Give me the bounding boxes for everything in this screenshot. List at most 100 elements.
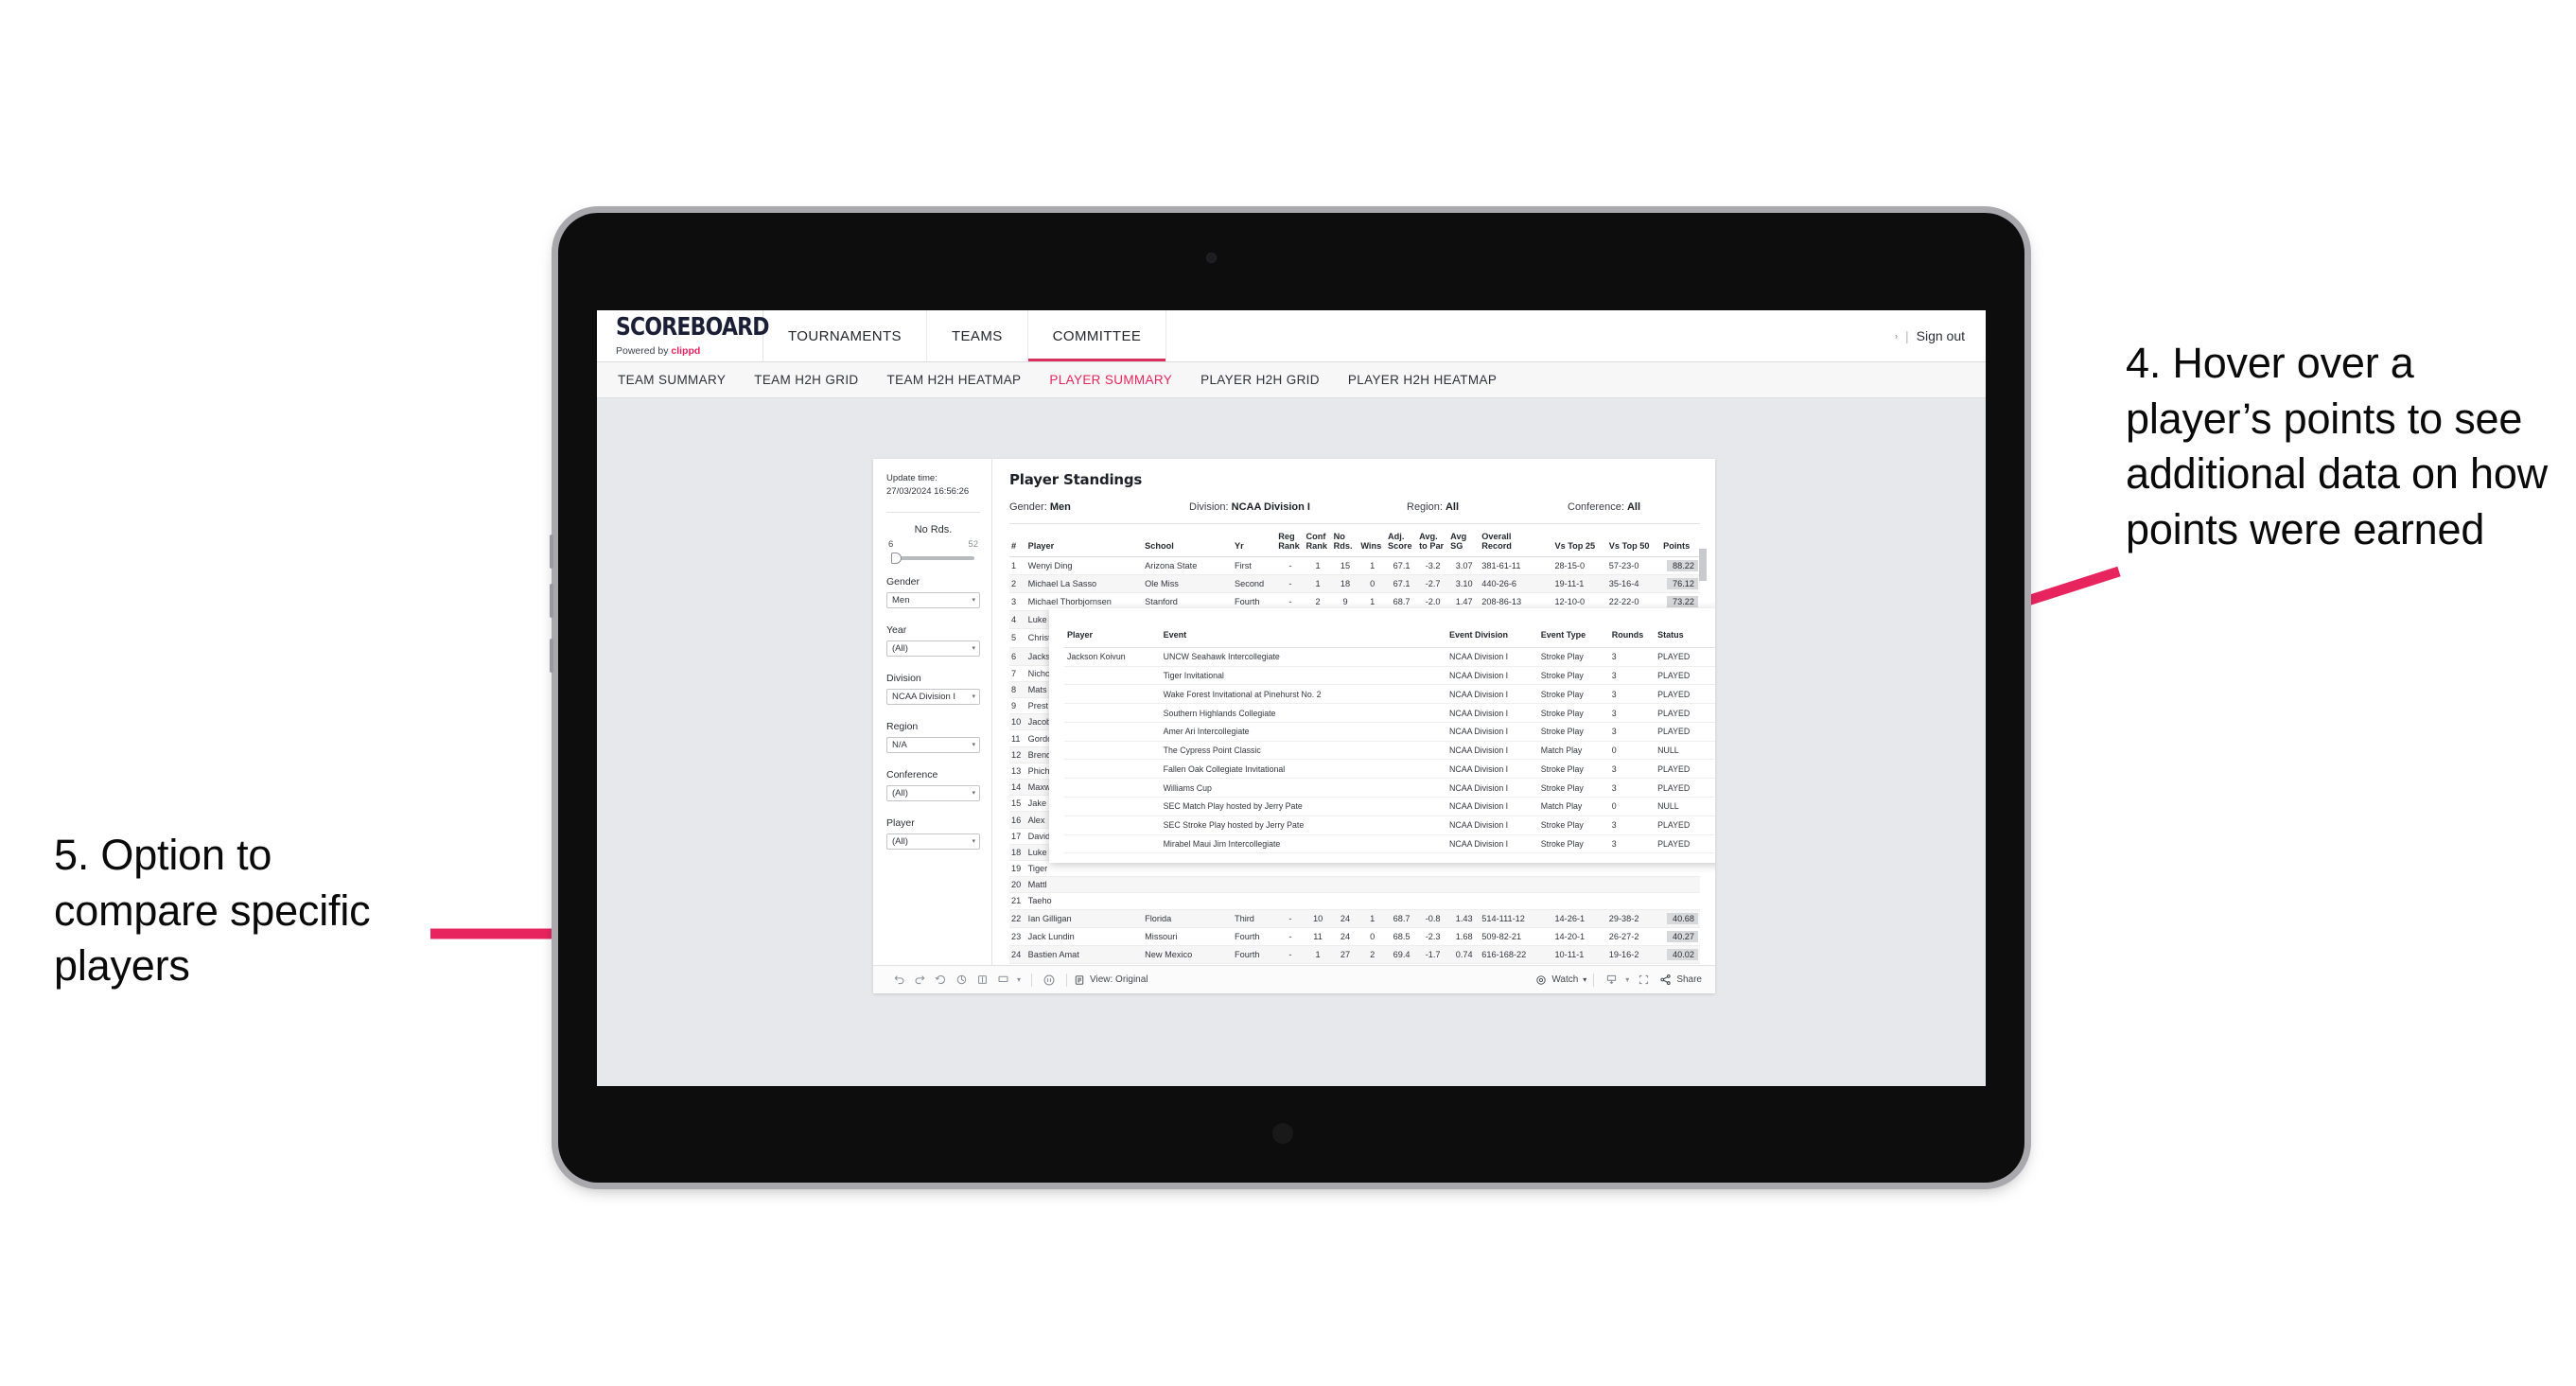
points-value[interactable]: 40.27: [1667, 930, 1698, 942]
col-school[interactable]: School: [1143, 524, 1233, 557]
points-cell[interactable]: 76.12: [1661, 574, 1700, 593]
subnav-item-player-h2h-grid[interactable]: PLAYER H2H GRID: [1200, 373, 1320, 387]
filter-year-value: (All): [892, 642, 908, 654]
overall-record-cell: 440-26-6: [1480, 574, 1553, 593]
points-value[interactable]: 40.02: [1667, 949, 1698, 960]
filter-gender-dropdown[interactable]: Men ▾: [886, 591, 980, 608]
points-cell[interactable]: 39.95: [1661, 963, 1700, 965]
pause-icon[interactable]: [972, 974, 992, 986]
topnav-item-teams[interactable]: TEAMS: [927, 310, 1028, 361]
volume-button-down[interactable]: [550, 584, 553, 618]
table-row[interactable]: 22 Ian Gilligan Florida Third -10 24 1 68.7 -0.8…: [1009, 909, 1700, 928]
tooltip-division-cell: NCAA Division I: [1446, 778, 1538, 798]
power-button[interactable]: [550, 639, 553, 673]
sign-out-link[interactable]: Sign out: [1917, 328, 1965, 343]
col-reg-rank[interactable]: Reg Rank: [1276, 524, 1305, 557]
subnav-item-team-h2h-grid[interactable]: TEAM H2H GRID: [754, 373, 858, 387]
points-cell[interactable]: 40.27: [1661, 927, 1700, 946]
table-row[interactable]: 20 Mattl: [1009, 876, 1700, 894]
fullscreen-icon[interactable]: [1633, 974, 1654, 986]
presentation-icon[interactable]: [992, 974, 1013, 986]
subnav-item-team-h2h-heatmap[interactable]: TEAM H2H HEATMAP: [887, 373, 1022, 387]
col-yr[interactable]: Yr: [1232, 524, 1277, 557]
watch-button[interactable]: Watch ▾: [1535, 974, 1586, 986]
download-icon[interactable]: [1601, 974, 1621, 986]
points-cell[interactable]: 40.02: [1661, 945, 1700, 965]
chevron-right-icon[interactable]: ›: [1895, 331, 1898, 341]
subnav-item-player-h2h-heatmap[interactable]: PLAYER H2H HEATMAP: [1348, 373, 1497, 387]
table-row[interactable]: 2 Michael La Sasso Ole Miss Second -1 18 0 67.1…: [1009, 574, 1700, 593]
avg-sg-cell: [1448, 876, 1481, 894]
tooltip-row: Williams Cup NCAA Division I Stroke Play 3 P…: [1064, 778, 1715, 798]
summary-conference-key: Conference:: [1568, 501, 1627, 513]
points-cell[interactable]: [1661, 876, 1700, 894]
no-rds-cell: 23: [1331, 963, 1359, 965]
tooltip-status-cell: PLAYED: [1655, 666, 1715, 686]
filter-region-dropdown[interactable]: N/A ▾: [886, 736, 980, 753]
tooltip-type-cell: Stroke Play: [1537, 816, 1609, 835]
volume-button-up[interactable]: [550, 535, 553, 569]
refresh-icon[interactable]: [951, 974, 972, 986]
filter-year-dropdown[interactable]: (All) ▾: [886, 640, 980, 657]
no-rds-slider-track[interactable]: [891, 552, 974, 564]
summary-division-value: NCAA Division I: [1231, 501, 1310, 513]
col-no-rds[interactable]: No Rds.: [1331, 524, 1359, 557]
points-cell[interactable]: 88.22: [1661, 556, 1700, 575]
brand-logo[interactable]: SCOREBOARD Powered by clippd: [597, 310, 770, 361]
col-wins[interactable]: Wins: [1358, 524, 1387, 557]
tooltip-player-cell: [1064, 666, 1161, 686]
avg-to-par-cell: [1417, 876, 1449, 894]
points-breakdown-tooltip: Player Event Event Division Event Type R…: [1049, 608, 1715, 864]
annotation-hover-points: 4. Hover over a player’s points to see a…: [2126, 339, 2548, 553]
table-row[interactable]: 24 Bastien Amat New Mexico Fourth -1 27 2 69.4-…: [1009, 945, 1700, 965]
viz-header: Player Standings Gender: Men Division: N…: [992, 459, 1715, 524]
col-rank[interactable]: #: [1009, 524, 1026, 557]
download-caret-icon[interactable]: ▾: [1621, 975, 1633, 984]
points-value[interactable]: 88.22: [1667, 559, 1698, 571]
table-row[interactable]: 25Cole SherwoodVanderbiltFourth-1223168.…: [1009, 963, 1700, 965]
filter-player-dropdown[interactable]: (All) ▾: [886, 833, 980, 850]
col-points[interactable]: Points: [1661, 524, 1700, 557]
revert-icon[interactable]: [930, 974, 951, 986]
points-cell[interactable]: 40.68: [1661, 909, 1700, 928]
redo-icon[interactable]: [909, 974, 930, 986]
filter-conference-dropdown[interactable]: (All) ▾: [886, 784, 980, 801]
col-vs-top-25[interactable]: Vs Top 25: [1552, 524, 1607, 557]
topnav-item-committee[interactable]: COMMITTEE: [1027, 310, 1167, 361]
points-value[interactable]: 76.12: [1667, 577, 1698, 589]
tooltip-event-cell: Amer Ari Intercollegiate: [1160, 722, 1447, 742]
col-conf-rank[interactable]: Conf Rank: [1304, 524, 1332, 557]
table-row[interactable]: 21 Taeho: [1009, 892, 1700, 910]
points-cell[interactable]: [1661, 892, 1700, 910]
school-cell: Florida: [1143, 909, 1233, 928]
filter-division-dropdown[interactable]: NCAA Division I ▾: [886, 688, 980, 705]
topnav-item-tournaments[interactable]: TOURNAMENTS: [763, 310, 927, 361]
summary-division-key: Division:: [1189, 501, 1232, 513]
col-avg-sg[interactable]: Avg SG: [1448, 524, 1481, 557]
undo-icon[interactable]: [888, 974, 909, 986]
points-value[interactable]: 40.68: [1667, 912, 1698, 924]
view-original-button[interactable]: View: Original: [1074, 974, 1148, 986]
col-adj-score[interactable]: Adj. Score: [1386, 524, 1418, 557]
col-player[interactable]: Player: [1025, 524, 1144, 557]
rank-cell: 22: [1009, 909, 1026, 928]
adj-score-cell: 68.7: [1386, 909, 1418, 928]
share-button[interactable]: Share: [1659, 974, 1702, 986]
table-row[interactable]: 1 Wenyi Ding Arizona State First -1 15 1 67.1 -3…: [1009, 556, 1700, 575]
points-value[interactable]: 73.22: [1667, 596, 1698, 608]
no-rds-slider-handle[interactable]: [891, 552, 902, 564]
col-avg-to-par[interactable]: Avg. to Par: [1417, 524, 1449, 557]
subnav-item-team-summary[interactable]: TEAM SUMMARY: [618, 373, 726, 387]
col-vs-top-50[interactable]: Vs Top 50: [1606, 524, 1662, 557]
pause-auto-updates-icon[interactable]: [1039, 974, 1060, 987]
subnav-item-player-summary[interactable]: PLAYER SUMMARY: [1049, 373, 1172, 387]
avg-sg-cell: [1448, 892, 1481, 910]
table-scrollbar-thumb[interactable]: [1699, 549, 1707, 581]
presentation-dropdown-caret[interactable]: ▾: [1013, 975, 1025, 984]
home-button[interactable]: [1272, 1123, 1293, 1144]
table-row[interactable]: 23 Jack Lundin Missouri Fourth -11 24 0 68.5 -2.…: [1009, 927, 1700, 946]
col-overall-record[interactable]: Overall Record: [1480, 524, 1553, 557]
tooltip-event-cell: Mirabel Maui Jim Intercollegiate: [1160, 834, 1447, 854]
tooltip-type-cell: Stroke Play: [1537, 834, 1609, 854]
tooltip-player-cell: Jackson Koivun: [1064, 647, 1161, 667]
